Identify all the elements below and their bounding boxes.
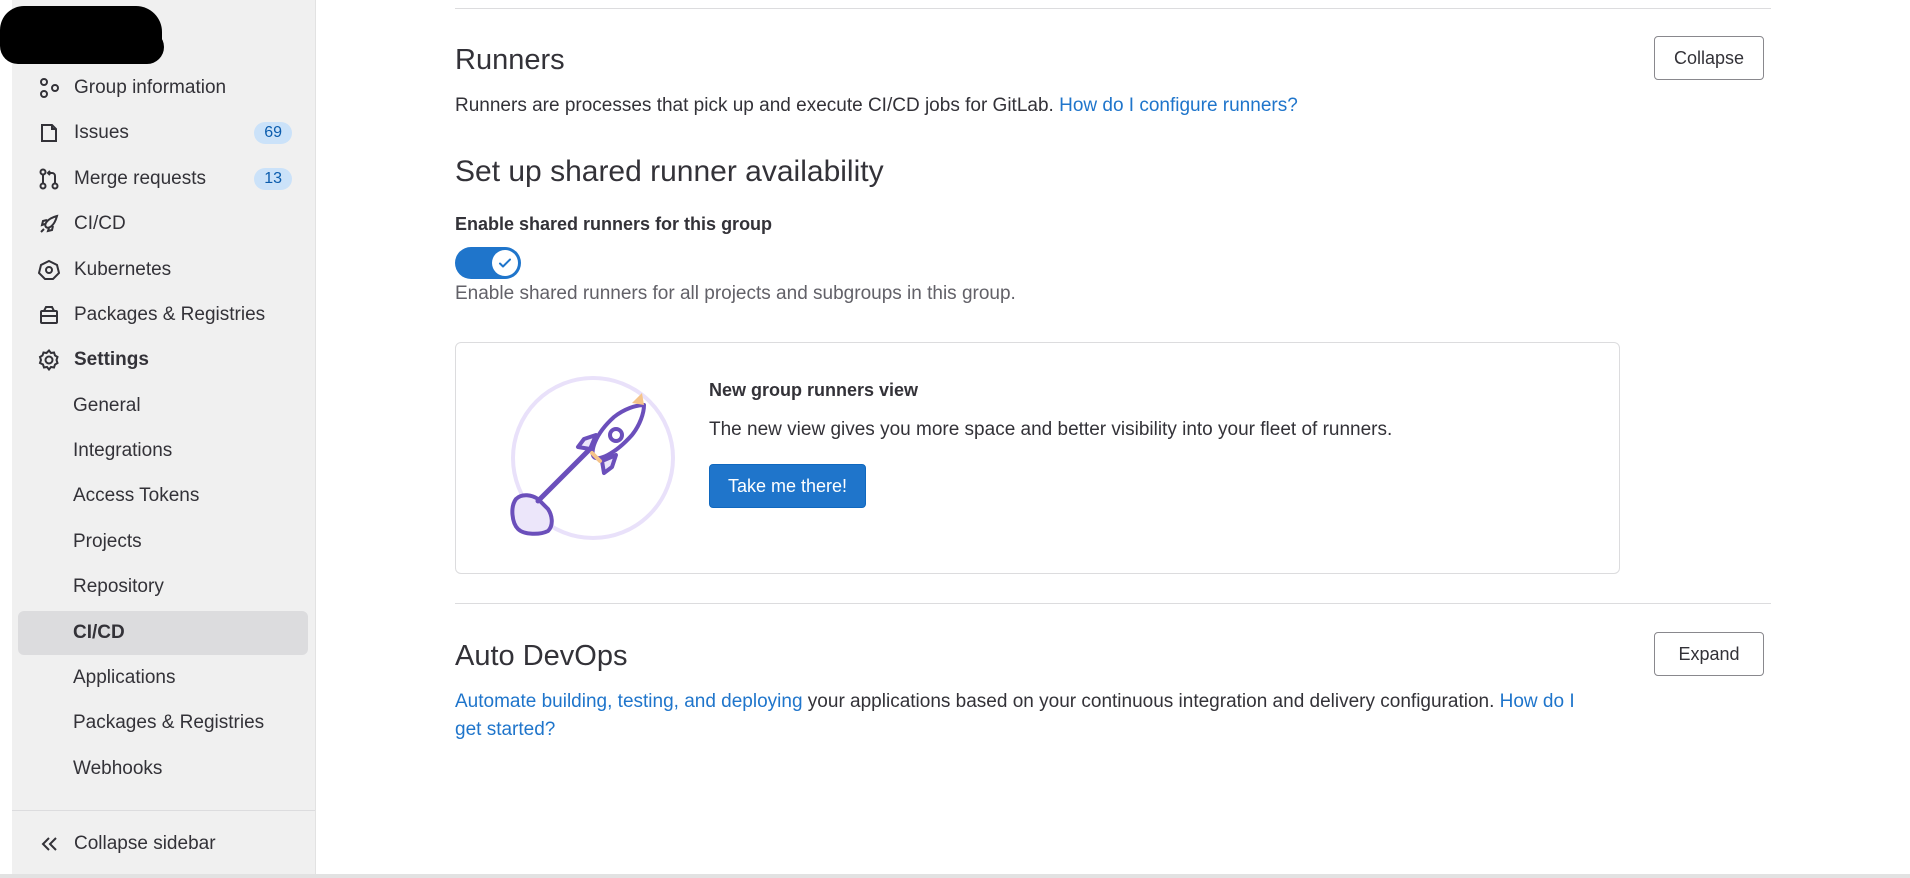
runners-view-promo-card: New group runners view The new view give… xyxy=(455,342,1620,574)
double-chevron-left-icon xyxy=(38,833,60,855)
sidebar-item-label: Group information xyxy=(74,77,227,98)
section-divider xyxy=(455,603,1771,604)
sidebar-item-label: Kubernetes xyxy=(74,259,172,280)
settings-item-projects[interactable]: Projects xyxy=(18,520,308,564)
rocket-illustration xyxy=(510,376,675,540)
sidebar-item-label: CI/CD xyxy=(74,213,126,234)
settings-item-label: General xyxy=(73,395,141,416)
sidebar-item-label: Merge requests xyxy=(74,168,207,189)
shared-runners-help-text: Enable shared runners for all projects a… xyxy=(455,283,1016,304)
issues-icon xyxy=(38,122,60,144)
sidebar: Group information Issues 69 Merge reques… xyxy=(0,0,316,874)
sidebar-item-group-information[interactable]: Group information xyxy=(18,67,308,109)
sidebar-item-issues[interactable]: Issues 69 xyxy=(18,112,308,154)
settings-item-label: Projects xyxy=(73,531,142,552)
section-divider xyxy=(455,8,1771,9)
settings-item-repository[interactable]: Repository xyxy=(18,565,308,609)
settings-item-label: Access Tokens xyxy=(73,485,200,506)
how-do-i-link[interactable]: How do I xyxy=(1500,691,1575,712)
collapse-sidebar-button[interactable]: Collapse sidebar xyxy=(38,826,216,862)
settings-item-label: Applications xyxy=(73,667,176,688)
check-icon xyxy=(499,258,511,268)
collapse-sidebar-label: Collapse sidebar xyxy=(74,833,216,854)
auto-devops-title: Auto DevOps xyxy=(455,640,628,672)
configure-runners-link[interactable]: How do I configure runners? xyxy=(1059,95,1298,116)
settings-item-label: Webhooks xyxy=(73,758,163,779)
merge-requests-count-badge: 13 xyxy=(254,168,292,190)
sidebar-item-merge-requests[interactable]: Merge requests 13 xyxy=(18,158,308,200)
auto-devops-description: Automate building, testing, and deployin… xyxy=(455,688,1625,744)
settings-item-cicd[interactable]: CI/CD xyxy=(18,611,308,655)
window-bottom-border xyxy=(0,874,1910,878)
toggle-knob xyxy=(492,250,518,276)
promo-text: The new view gives you more space and be… xyxy=(709,419,1393,440)
shared-runners-toggle-label: Enable shared runners for this group xyxy=(455,214,773,234)
group-icon xyxy=(38,77,60,99)
kubernetes-icon xyxy=(38,259,60,281)
main-content: Runners Collapse Runners are processes t… xyxy=(455,0,1775,878)
sidebar-divider xyxy=(12,810,315,811)
settings-item-label: CI/CD xyxy=(73,622,125,643)
sidebar-item-kubernetes[interactable]: Kubernetes xyxy=(18,249,308,291)
merge-request-icon xyxy=(38,168,60,190)
sidebar-item-packages-registries[interactable]: Packages & Registries xyxy=(18,294,308,336)
sidebar-item-settings[interactable]: Settings xyxy=(18,339,308,381)
promo-title: New group runners view xyxy=(709,380,919,400)
rocket-icon xyxy=(38,213,60,235)
sidebar-item-label: Issues xyxy=(74,122,129,143)
settings-item-access-tokens[interactable]: Access Tokens xyxy=(18,474,308,518)
runners-description-text: Runners are processes that pick up and e… xyxy=(455,95,1054,116)
redacted-group-name xyxy=(8,30,164,64)
settings-item-applications[interactable]: Applications xyxy=(18,656,308,700)
collapse-button[interactable]: Collapse xyxy=(1654,36,1764,80)
settings-item-integrations[interactable]: Integrations xyxy=(18,429,308,473)
get-started-link[interactable]: get started? xyxy=(455,719,555,740)
shared-runners-title: Set up shared runner availability xyxy=(455,155,884,188)
auto-devops-description-text: your applications based on your continuo… xyxy=(802,691,1500,712)
issues-count-badge: 69 xyxy=(254,122,292,144)
settings-item-packages-registries[interactable]: Packages & Registries xyxy=(18,701,308,745)
gear-icon xyxy=(38,349,60,371)
shared-runners-toggle[interactable] xyxy=(455,247,521,279)
sidebar-item-label: Settings xyxy=(74,349,149,370)
sidebar-item-cicd[interactable]: CI/CD xyxy=(18,203,308,245)
settings-item-label: Packages & Registries xyxy=(73,712,265,733)
settings-item-webhooks[interactable]: Webhooks xyxy=(18,747,308,791)
auto-devops-docs-link[interactable]: Automate building, testing, and deployin… xyxy=(455,691,803,712)
expand-button[interactable]: Expand xyxy=(1654,632,1764,676)
settings-item-label: Repository xyxy=(73,576,164,597)
take-me-there-button[interactable]: Take me there! xyxy=(709,464,866,508)
runners-title: Runners xyxy=(455,44,565,76)
settings-item-general[interactable]: General xyxy=(18,384,308,428)
runners-description: Runners are processes that pick up and e… xyxy=(455,92,1298,120)
settings-item-label: Integrations xyxy=(73,440,173,461)
sidebar-item-label: Packages & Registries xyxy=(74,304,266,325)
package-icon xyxy=(38,304,60,326)
